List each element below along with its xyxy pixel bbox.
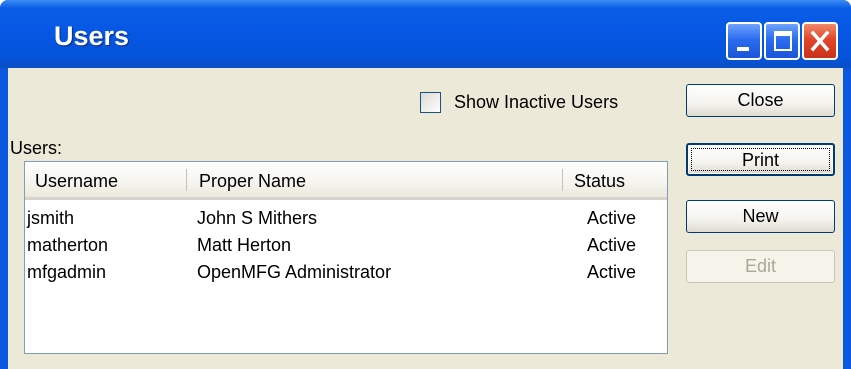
edit-button: Edit xyxy=(686,250,835,283)
title-bar[interactable]: Users xyxy=(0,0,851,68)
column-divider[interactable] xyxy=(562,169,563,191)
print-button[interactable]: Print xyxy=(686,143,835,176)
show-inactive-users-label[interactable]: Show Inactive Users xyxy=(454,92,618,113)
column-divider[interactable] xyxy=(186,169,187,191)
new-button[interactable]: New xyxy=(686,200,835,233)
column-header-status[interactable]: Status xyxy=(574,171,625,192)
table-row[interactable]: jsmith John S Mithers Active xyxy=(25,208,667,235)
users-window: Users Show Inactive Users Users: Usernam… xyxy=(0,0,851,369)
cell-username: mfgadmin xyxy=(27,262,107,282)
maximize-button[interactable] xyxy=(764,22,800,60)
show-inactive-users-checkbox[interactable] xyxy=(420,91,441,113)
column-header-proper-name[interactable]: Proper Name xyxy=(199,171,306,192)
close-window-button[interactable] xyxy=(802,22,838,60)
minimize-button[interactable] xyxy=(726,22,762,60)
users-table[interactable]: Username Proper Name Status jsmith John … xyxy=(24,161,668,354)
maximize-icon xyxy=(774,31,792,51)
close-button[interactable]: Close xyxy=(686,84,835,117)
cell-proper-name: Matt Herton xyxy=(197,235,292,255)
close-icon xyxy=(810,30,830,52)
cell-status: Active xyxy=(587,235,637,255)
cell-status: Active xyxy=(587,208,637,228)
table-row[interactable]: matherton Matt Herton Active xyxy=(25,235,667,262)
window-title: Users xyxy=(54,21,130,51)
cell-proper-name: John S Mithers xyxy=(197,208,318,228)
cell-status: Active xyxy=(587,262,637,282)
cell-proper-name: OpenMFG Administrator xyxy=(197,262,392,282)
cell-username: jsmith xyxy=(27,208,75,228)
column-header-username[interactable]: Username xyxy=(35,171,118,192)
show-inactive-users-option[interactable]: Show Inactive Users xyxy=(420,90,618,114)
cell-username: matherton xyxy=(27,235,109,255)
minimize-icon xyxy=(737,47,749,51)
table-row[interactable]: mfgadmin OpenMFG Administrator Active xyxy=(25,262,667,289)
users-list-label: Users: xyxy=(10,138,63,158)
dialog-body: Show Inactive Users Users: Username Prop… xyxy=(8,68,843,369)
table-header: Username Proper Name Status xyxy=(25,162,667,200)
